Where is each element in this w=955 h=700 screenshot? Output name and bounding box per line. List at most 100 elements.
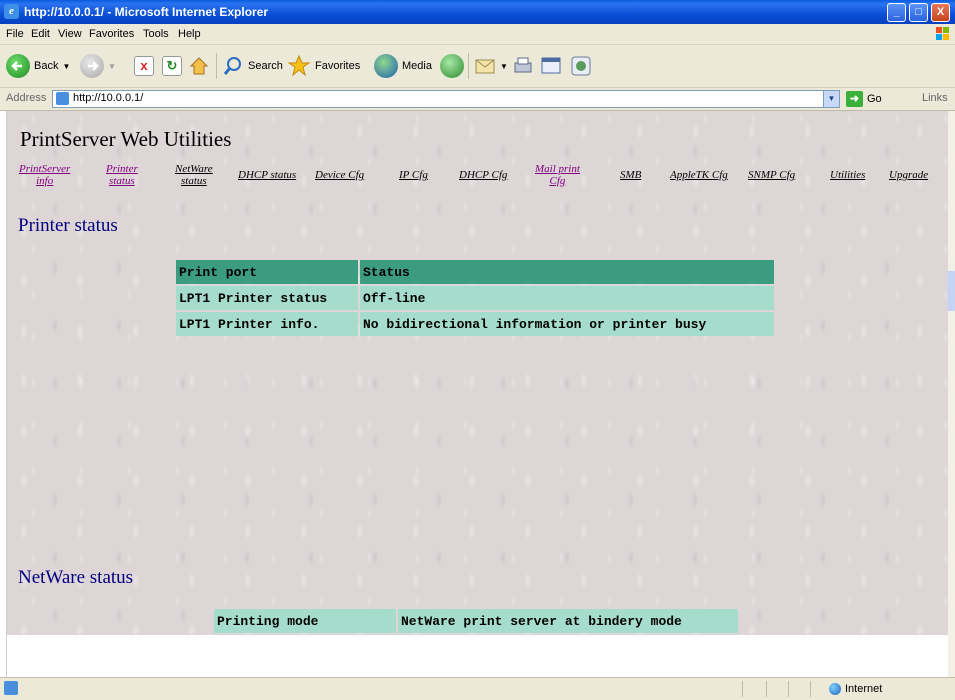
media-label: Media (402, 60, 432, 72)
history-icon (440, 54, 464, 78)
forward-dropdown-icon[interactable]: ▼ (108, 62, 116, 71)
nav-utilities[interactable]: Utilities (830, 169, 865, 181)
table-cell: Off-line (360, 286, 774, 310)
window-title: http://10.0.0.1/ - Microsoft Internet Ex… (24, 5, 269, 19)
status-pane (788, 681, 789, 697)
mail-button[interactable]: ▼ (474, 54, 508, 78)
title-bar: e http://10.0.0.1/ - Microsoft Internet … (0, 0, 955, 24)
edit-icon (541, 57, 561, 74)
menu-bar: File Edit View Favorites Tools Help (0, 24, 955, 45)
vertical-scrollbar[interactable] (948, 111, 955, 677)
table-header-row: Print port Status (176, 260, 774, 284)
table-cell: Printing mode (214, 609, 396, 633)
edit-button[interactable] (540, 54, 562, 78)
menu-tools[interactable]: Tools (143, 28, 169, 40)
print-button[interactable] (512, 54, 534, 78)
back-label: Back (34, 60, 59, 72)
status-pane (766, 681, 767, 697)
netware-status-heading: NetWare status (18, 567, 134, 588)
nav-device-cfg[interactable]: Device Cfg (315, 169, 364, 181)
mail-icon (475, 59, 495, 74)
table-cell: LPT1 Printer info. (176, 312, 358, 336)
printer-status-heading: Printer status (18, 215, 118, 236)
printer-status-table: Print port Status LPT1 Printer status Of… (174, 258, 776, 338)
toolbar: Back ▼ ▼ x ↻ Search Favorites Media ▼ (0, 45, 955, 88)
table-row: LPT1 Printer status Off-line (176, 286, 774, 310)
status-pane (742, 681, 743, 697)
page-title: PrintServer Web Utilities (20, 127, 232, 151)
menu-favorites[interactable]: Favorites (89, 28, 134, 40)
search-icon (223, 57, 241, 75)
refresh-icon: ↻ (162, 56, 182, 76)
page-content: PrintServer Web Utilities PrintServer inf… (7, 111, 948, 635)
minimize-button[interactable]: _ (887, 3, 906, 22)
table-header-cell: Status (360, 260, 774, 284)
nav-upgrade[interactable]: Upgrade (889, 169, 928, 181)
favorites-label: Favorites (315, 60, 361, 72)
table-row: Printing mode NetWare print server at bi… (214, 609, 738, 633)
zone-label: Internet (845, 683, 883, 695)
nav-netware-status[interactable]: NetWare status (175, 163, 213, 187)
internet-globe-icon (829, 683, 841, 695)
home-button[interactable] (188, 54, 210, 78)
address-label: Address (6, 92, 47, 104)
nav-printserver-info[interactable]: PrintServer info (19, 163, 70, 187)
nav-ip-cfg[interactable]: IP Cfg (399, 169, 428, 181)
toolbar-separator (468, 53, 469, 79)
ie-icon: e (4, 4, 19, 19)
go-label: Go (867, 93, 882, 105)
menu-help[interactable]: Help (178, 28, 201, 40)
forward-arrow-icon (80, 54, 104, 78)
messenger-icon (571, 56, 591, 76)
menu-file[interactable]: File (6, 28, 24, 40)
back-dropdown-icon[interactable]: ▼ (62, 62, 70, 71)
messenger-button[interactable] (570, 54, 592, 78)
scrollbar-thumb[interactable] (948, 271, 955, 311)
table-header-cell: Print port (176, 260, 358, 284)
address-url[interactable]: http://10.0.0.1/ (73, 92, 143, 104)
content-blank-area (7, 635, 948, 677)
nav-printer-status[interactable]: Printer status (106, 163, 138, 187)
home-icon (189, 57, 209, 75)
nav-appletk-cfg[interactable]: AppleTK Cfg (670, 169, 728, 181)
left-frame-edge (0, 111, 7, 677)
media-button[interactable]: Media (374, 54, 432, 78)
forward-button[interactable]: ▼ (80, 54, 116, 78)
menu-view[interactable]: View (58, 28, 82, 40)
print-icon (514, 57, 532, 73)
back-button[interactable]: Back ▼ (6, 54, 70, 78)
back-arrow-icon (6, 54, 30, 78)
media-icon (374, 54, 398, 78)
search-label: Search (248, 60, 283, 72)
links-button[interactable]: Links (922, 92, 948, 104)
page-status-icon (4, 681, 18, 695)
go-arrow-icon: ➜ (846, 91, 863, 107)
search-button[interactable]: Search (222, 54, 283, 78)
address-input[interactable]: http://10.0.0.1/ ▼ (52, 90, 840, 108)
status-pane (810, 681, 811, 697)
nav-smb[interactable]: SMB (620, 169, 641, 181)
stop-button[interactable]: x (134, 54, 154, 78)
refresh-button[interactable]: ↻ (162, 54, 182, 78)
security-zone: Internet (829, 683, 882, 695)
nav-mail-print-cfg[interactable]: Mail print Cfg (535, 163, 580, 187)
favorites-star-icon (287, 54, 311, 77)
table-row: LPT1 Printer info. No bidirectional info… (176, 312, 774, 336)
maximize-button[interactable]: □ (909, 3, 928, 22)
netware-status-table: Printing mode NetWare print server at bi… (212, 607, 740, 635)
favorites-button[interactable]: Favorites (287, 54, 360, 78)
stop-icon: x (134, 56, 154, 76)
table-cell: NetWare print server at bindery mode (398, 609, 738, 633)
table-cell: LPT1 Printer status (176, 286, 358, 310)
nav-snmp-cfg[interactable]: SNMP Cfg (748, 169, 795, 181)
windows-logo-icon (936, 27, 949, 40)
menu-edit[interactable]: Edit (31, 28, 50, 40)
go-button[interactable]: ➜ Go (846, 91, 882, 107)
close-button[interactable]: X (931, 3, 950, 22)
status-bar: Internet (0, 677, 955, 700)
history-button[interactable] (440, 54, 464, 78)
address-dropdown-icon[interactable]: ▼ (823, 91, 839, 107)
nav-dhcp-status[interactable]: DHCP status (238, 169, 296, 181)
nav-dhcp-cfg[interactable]: DHCP Cfg (459, 169, 507, 181)
mail-dropdown-icon[interactable]: ▼ (500, 62, 508, 71)
